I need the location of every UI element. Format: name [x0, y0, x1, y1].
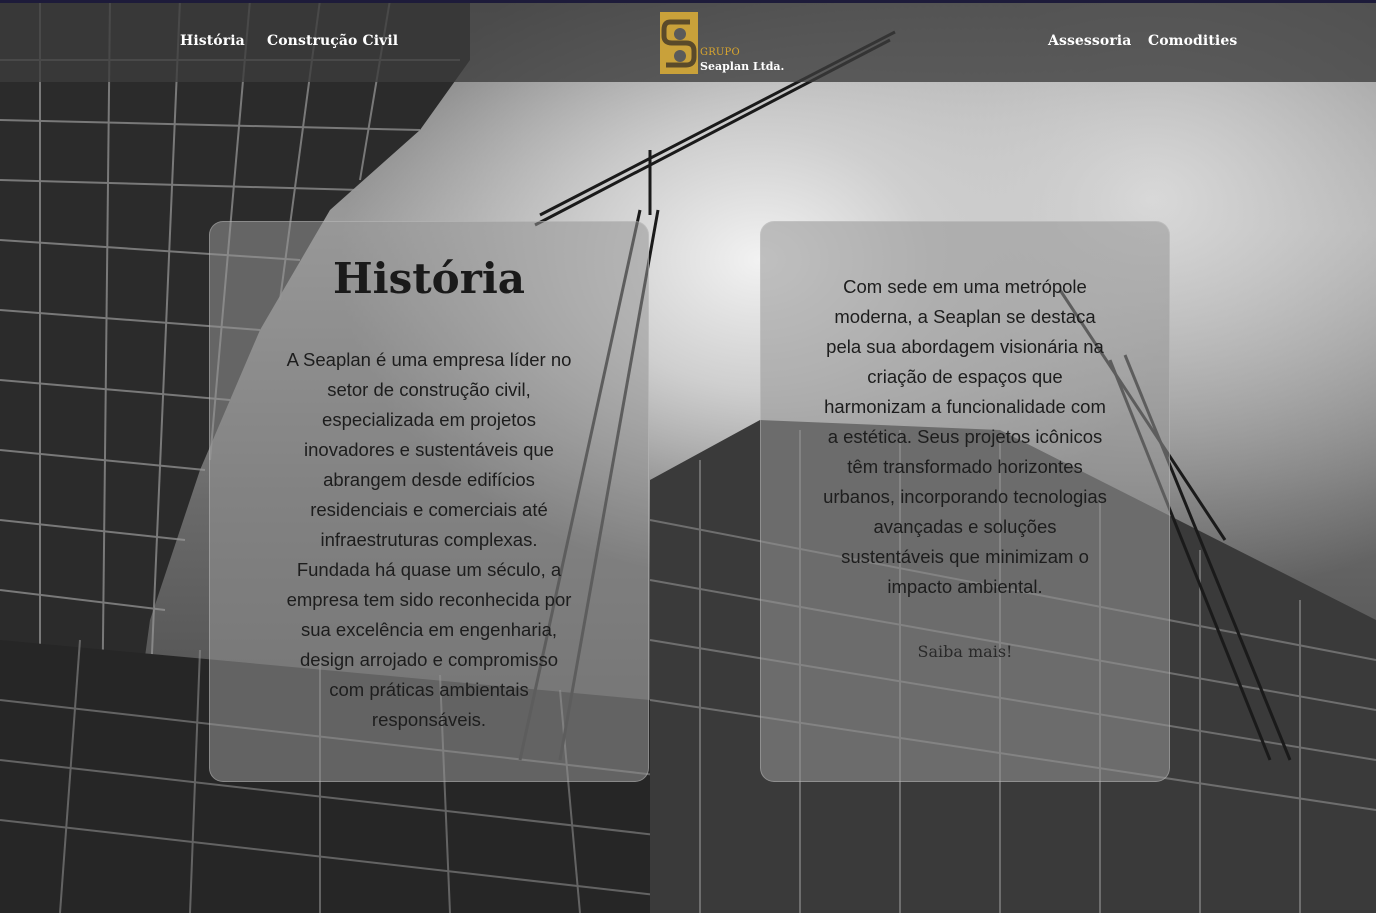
history-title: História	[333, 254, 525, 303]
site-header: História Construção Civil GRUPO Seaplan …	[0, 3, 1376, 82]
logo-text-company: Seaplan Ltda.	[700, 60, 785, 73]
seaplan-s-logo-icon	[660, 12, 698, 74]
company-logo[interactable]: GRUPO Seaplan Ltda.	[660, 12, 784, 76]
nav-link-construcao-civil[interactable]: Construção Civil	[267, 33, 398, 49]
nav-link-historia[interactable]: História	[180, 33, 245, 49]
about-text: Com sede em uma metrópole moderna, a Sea…	[823, 276, 1107, 597]
history-card: História A Seaplan é uma empresa líder n…	[209, 221, 649, 782]
nav-link-assessoria[interactable]: Assessoria	[1048, 33, 1131, 49]
history-text: A Seaplan é uma empresa líder no setor d…	[286, 349, 572, 730]
logo-text-grupo: GRUPO	[700, 47, 740, 58]
about-card: Com sede em uma metrópole moderna, a Sea…	[760, 221, 1170, 782]
saiba-mais-link[interactable]: Saiba mais!	[905, 642, 1025, 661]
nav-link-comodities[interactable]: Comodities	[1148, 33, 1237, 49]
